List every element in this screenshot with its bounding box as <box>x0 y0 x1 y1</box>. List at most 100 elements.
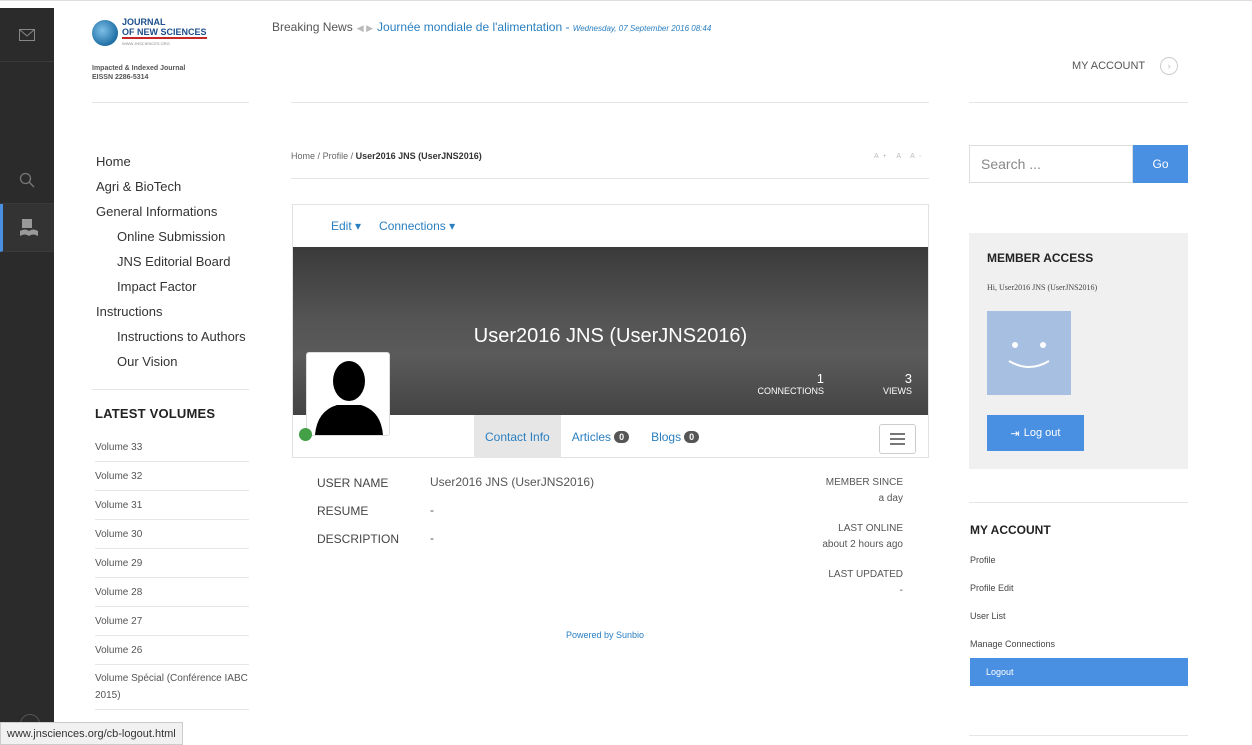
breadcrumb-separator: / <box>350 151 354 161</box>
hamburger-menu-icon[interactable] <box>879 424 916 454</box>
volume-link[interactable]: Volume 32 <box>95 462 249 491</box>
breaking-news-date: Wednesday, 07 September 2016 08:44 <box>572 24 712 33</box>
chevron-right-icon: › <box>1160 57 1179 75</box>
tagline: Impacted & Indexed Journal EISSN 2286-53… <box>92 64 185 82</box>
account-link-manage-connections[interactable]: Manage Connections <box>970 630 1188 658</box>
journal-logo[interactable]: JOURNAL OF NEW SCIENCES WWW.JNSCIENCES.O… <box>92 17 252 48</box>
account-link-logout[interactable]: Logout <box>970 658 1188 686</box>
connections-menu[interactable]: Connections ▾ <box>379 219 455 233</box>
account-link-user-list[interactable]: User List <box>970 602 1188 630</box>
nav-item-home[interactable]: Home <box>96 149 256 174</box>
tab-label: Blogs <box>651 429 682 444</box>
logo-line-1: JOURNAL <box>122 17 166 27</box>
divider <box>92 102 249 103</box>
nav-item-general-informations[interactable]: General Informations <box>96 199 256 224</box>
latest-volumes-title: LATEST VOLUMES <box>95 406 216 421</box>
volume-link[interactable]: Volume Spécial (Conférence IABC 2015) <box>95 665 249 710</box>
search-input[interactable]: Search ... <box>969 145 1133 183</box>
volume-link[interactable]: Volume 26 <box>95 636 249 665</box>
edit-menu[interactable]: Edit ▾ <box>331 219 361 233</box>
breadcrumb-separator: / <box>317 151 321 161</box>
resume-value: - <box>430 503 434 517</box>
sign-out-icon: ⇥ <box>1010 427 1020 440</box>
smiley-icon <box>1008 342 1050 368</box>
breaking-news-label: Breaking News <box>272 20 353 34</box>
reader-icon[interactable] <box>0 204 54 252</box>
my-account-menu[interactable]: MY ACCOUNT › <box>1072 57 1179 75</box>
volume-link[interactable]: Volume 31 <box>95 491 249 520</box>
breaking-news-link[interactable]: Journée mondiale de l'alimentation - <box>377 20 573 34</box>
nav-item-agri-biotech[interactable]: Agri & BioTech <box>96 174 256 199</box>
tagline-indexed: Impacted & Indexed Journal <box>92 65 186 72</box>
profile-display-name: User2016 JNS (UserJNS2016) <box>473 325 748 347</box>
main-nav: Home Agri & BioTech General Informations… <box>96 149 256 374</box>
user-silhouette-icon <box>315 361 383 435</box>
member-since-label: MEMBER SINCE <box>825 477 903 488</box>
breadcrumb-home[interactable]: Home <box>291 151 315 161</box>
search-icon[interactable] <box>0 156 54 204</box>
tab-contact-info[interactable]: Contact Info <box>474 415 561 458</box>
breadcrumb-current: User2016 JNS (UserJNS2016) <box>355 151 482 161</box>
nav-item-instructions-to-authors[interactable]: Instructions to Authors <box>96 324 256 349</box>
nav-item-editorial-board[interactable]: JNS Editorial Board <box>96 249 256 274</box>
views-count: 3 <box>904 371 912 386</box>
online-status-dot <box>299 428 312 441</box>
divider <box>969 102 1188 103</box>
divider <box>92 389 249 390</box>
search-go-button[interactable]: Go <box>1133 145 1188 183</box>
member-avatar[interactable] <box>987 311 1071 395</box>
description-value: - <box>430 531 434 545</box>
divider <box>969 735 1188 736</box>
blogs-count-badge: 0 <box>684 430 700 443</box>
globe-icon <box>92 20 118 46</box>
nav-item-our-vision[interactable]: Our Vision <box>96 349 256 374</box>
volume-link[interactable]: Volume 29 <box>95 549 249 578</box>
tab-articles[interactable]: Articles 0 <box>561 415 640 458</box>
member-since-value: a day <box>878 493 903 504</box>
account-link-profile[interactable]: Profile <box>970 546 1188 574</box>
connections-count: 1 <box>816 371 824 386</box>
my-account-label: MY ACCOUNT <box>1072 60 1146 72</box>
volume-link[interactable]: Volume 30 <box>95 520 249 549</box>
member-greeting: Hi, User2016 JNS (UserJNS2016) <box>987 283 1098 292</box>
search-box: Search ... Go <box>969 145 1188 183</box>
member-access-panel: MEMBER ACCESS Hi, User2016 JNS (UserJNS2… <box>969 233 1188 469</box>
volume-link[interactable]: Volume 33 <box>95 433 249 462</box>
logo-line-3: WWW.JNSCIENCES.ORG <box>122 41 170 46</box>
last-online-value: about 2 hours ago <box>822 539 903 550</box>
browser-status-bar: www.jnsciences.org/cb-logout.html <box>0 722 183 745</box>
side-rail <box>0 8 54 745</box>
nav-item-online-submission[interactable]: Online Submission <box>96 224 256 249</box>
account-link-profile-edit[interactable]: Profile Edit <box>970 574 1188 602</box>
profile-card: Edit ▾ Connections ▾ User2016 JNS (UserJ… <box>292 204 929 458</box>
views-label: VIEWS <box>882 386 912 396</box>
ticker-arrows-icon[interactable]: ◀ ▶ <box>357 23 373 33</box>
my-account-title: MY ACCOUNT <box>970 523 1051 537</box>
tab-label: Contact Info <box>485 429 550 444</box>
description-label: DESCRIPTION <box>317 532 400 546</box>
tab-label: Articles <box>571 429 612 444</box>
last-updated-value: - <box>899 585 903 596</box>
breadcrumb: Home / Profile / User2016 JNS (UserJNS20… <box>291 151 482 161</box>
log-out-label: Log out <box>1023 427 1061 439</box>
divider <box>291 102 929 103</box>
tagline-eissn: EISSN 2286-5314 <box>92 74 149 81</box>
connections-label: CONNECTIONS <box>757 386 824 396</box>
breaking-news: Breaking News ◀ ▶ Journée mondiale de l'al… <box>272 20 711 34</box>
divider <box>291 178 929 179</box>
log-out-button[interactable]: ⇥ Log out <box>987 415 1084 451</box>
last-updated-label: LAST UPDATED <box>828 569 903 580</box>
nav-item-instructions[interactable]: Instructions <box>96 299 256 324</box>
font-size-controls[interactable]: A+ A A- <box>874 153 925 160</box>
powered-by-link[interactable]: Powered by Sunbio <box>566 630 644 640</box>
volume-link[interactable]: Volume 28 <box>95 578 249 607</box>
top-border <box>0 0 1252 1</box>
avatar[interactable] <box>306 352 390 436</box>
nav-item-impact-factor[interactable]: Impact Factor <box>96 274 256 299</box>
volume-link[interactable]: Volume 27 <box>95 607 249 636</box>
breadcrumb-profile[interactable]: Profile <box>323 151 349 161</box>
profile-tabs: Contact Info Articles 0 Blogs 0 <box>474 415 710 458</box>
tab-blogs[interactable]: Blogs 0 <box>640 415 710 458</box>
connections-stat[interactable]: 1 CONNECTIONS <box>757 371 824 396</box>
mail-icon[interactable] <box>0 8 54 62</box>
